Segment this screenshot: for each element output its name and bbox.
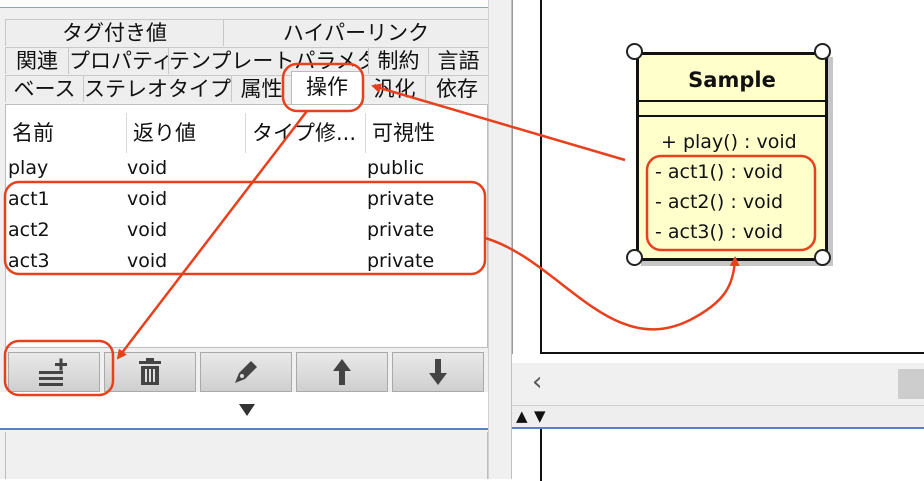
tab-template-params[interactable]: テンプレートパラメタ <box>168 47 368 74</box>
class-operation-act1[interactable]: - act1() : void <box>655 161 783 183</box>
class-operation-act2[interactable]: - act2() : void <box>655 191 783 213</box>
tab-hyperlink[interactable]: ハイパーリンク <box>223 19 488 46</box>
tab-constraints[interactable]: 制約 <box>368 47 428 74</box>
trash-icon <box>139 358 161 385</box>
arrow-down-icon <box>429 359 447 385</box>
cell-name: play <box>8 157 49 179</box>
delete-operation-button[interactable] <box>104 352 196 392</box>
lower-canvas <box>512 427 924 481</box>
edit-operation-button[interactable] <box>200 352 292 392</box>
tab-language[interactable]: 言語 <box>428 47 488 74</box>
panel-top-strip <box>0 0 488 8</box>
property-panel: タグ付き値 ハイパーリンク 関連 プロパティ テンプレートパラメタ 制約 言語 … <box>0 0 512 479</box>
horizontal-scrollbar[interactable]: ‹ <box>512 363 924 405</box>
lower-panel <box>5 432 488 479</box>
add-operation-icon <box>39 358 67 386</box>
column-header-visibility[interactable]: 可視性 <box>366 113 487 153</box>
pencil-icon <box>235 361 257 383</box>
cell-visibility: private <box>367 250 435 272</box>
cell-visibility: private <box>367 219 435 241</box>
class-divider-2 <box>639 115 825 117</box>
split-down-icon[interactable]: ▼ <box>534 406 546 426</box>
tab-generalization[interactable]: 汎化 <box>363 75 425 102</box>
cell-return: void <box>127 188 168 210</box>
cell-return: void <box>127 250 168 272</box>
cell-return: void <box>127 219 168 241</box>
table-row[interactable]: act1 void private <box>6 188 487 216</box>
expand-bar[interactable] <box>0 392 488 429</box>
tab-base[interactable]: ベース <box>5 75 83 102</box>
class-sample[interactable]: Sample + play() : void - act1() : void -… <box>636 52 828 261</box>
cell-name: act1 <box>8 188 50 210</box>
resize-handle-bottom-right[interactable] <box>814 249 831 266</box>
scrollbar-thumb[interactable] <box>898 369 924 399</box>
lower-canvas-border <box>540 429 542 481</box>
resize-handle-bottom-left[interactable] <box>626 249 643 266</box>
tab-attributes[interactable]: 属性 <box>231 75 291 102</box>
class-name: Sample <box>688 68 776 92</box>
tab-tagged-values[interactable]: タグ付き値 <box>5 19 223 46</box>
column-header-type-modifier[interactable]: タイプ修... <box>246 113 366 153</box>
table-row[interactable]: act3 void private <box>6 250 487 278</box>
table-row[interactable]: play void public <box>6 157 487 185</box>
move-up-button[interactable] <box>296 352 388 392</box>
tab-operations[interactable]: 操作 <box>291 71 363 105</box>
class-operation-play[interactable]: + play() : void <box>661 131 797 153</box>
operations-table: 名前 返り値 タイプ修... 可視性 play void public act1… <box>5 104 488 348</box>
class-operation-act3[interactable]: - act3() : void <box>655 221 783 243</box>
split-up-icon[interactable]: ▲ <box>516 406 528 426</box>
resize-handle-top-left[interactable] <box>626 43 643 60</box>
cell-visibility: public <box>367 157 425 179</box>
add-operation-button[interactable] <box>8 352 100 392</box>
cell-name: act2 <box>8 219 50 241</box>
column-header-return[interactable]: 返り値 <box>127 113 246 153</box>
tab-stereotype[interactable]: ステレオタイプ <box>83 75 231 102</box>
table-row[interactable]: act2 void private <box>6 219 487 247</box>
move-down-button[interactable] <box>392 352 484 392</box>
resize-handle-top-right[interactable] <box>814 43 831 60</box>
diagram-canvas[interactable]: Sample + play() : void - act1() : void -… <box>540 0 924 354</box>
canvas-margin <box>512 0 540 354</box>
split-bar[interactable]: ▲ ▼ <box>512 405 924 427</box>
class-divider-1 <box>639 100 825 102</box>
panel-scrollbar[interactable] <box>488 0 512 479</box>
chevron-down-icon <box>239 404 255 416</box>
cell-name: act3 <box>8 250 50 272</box>
cell-visibility: private <box>367 188 435 210</box>
tab-dependency[interactable]: 依存 <box>425 75 488 102</box>
tab-properties[interactable]: プロパティ <box>68 47 168 74</box>
tab-association[interactable]: 関連 <box>5 47 68 74</box>
scroll-left-icon[interactable]: ‹ <box>532 367 542 397</box>
arrow-up-icon <box>333 359 351 385</box>
divider <box>0 428 512 430</box>
cell-return: void <box>127 157 168 179</box>
column-header-name[interactable]: 名前 <box>6 113 127 153</box>
